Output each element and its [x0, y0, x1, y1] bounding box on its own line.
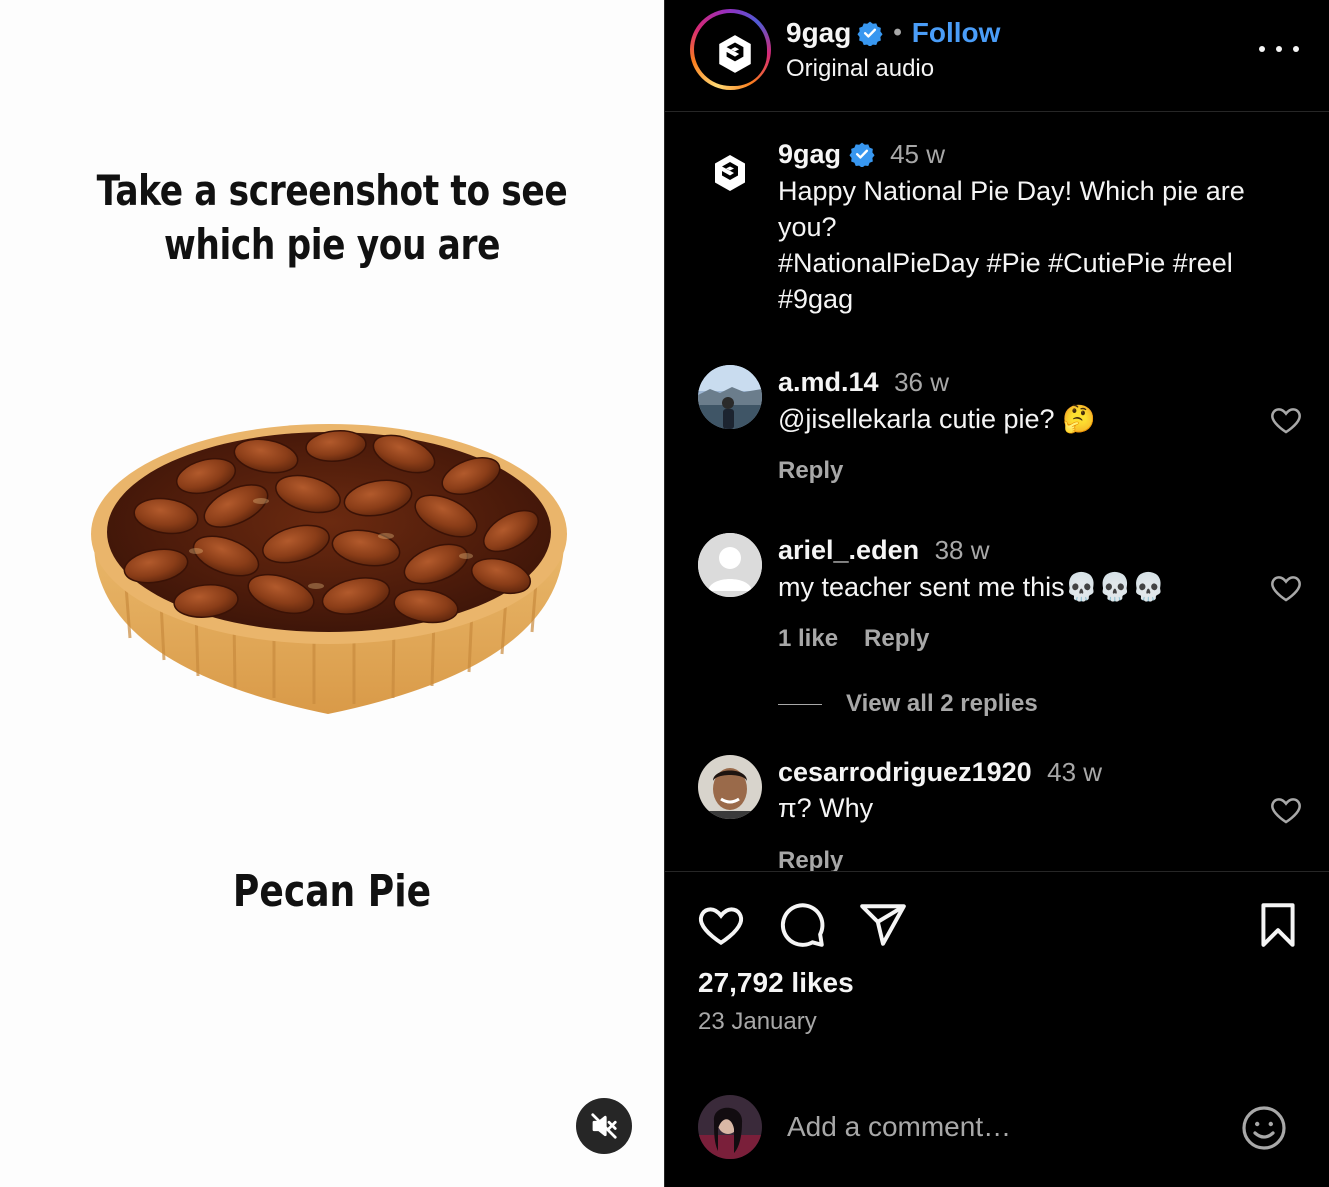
post-header: 9gag • Follow Original audio — [665, 0, 1329, 112]
comment-actions: Reply — [778, 847, 843, 871]
header-separator: • — [893, 19, 902, 46]
comment-header: ariel_.eden 38 w — [778, 535, 990, 566]
comment-input[interactable] — [787, 1104, 1227, 1150]
caption-hashtags[interactable]: #9gag — [778, 281, 1298, 317]
caption-text: Happy National Pie Day! Which pie are yo… — [778, 173, 1298, 317]
verified-badge-icon — [848, 142, 875, 167]
comment-username[interactable]: a.md.14 — [778, 367, 879, 397]
post-side-panel: 9gag • Follow Original audio 9gag 45 w H… — [665, 0, 1329, 1187]
avatar[interactable] — [698, 365, 762, 429]
caption-line: you? — [778, 212, 837, 242]
heart-icon[interactable] — [1269, 793, 1303, 827]
header-username[interactable]: 9gag — [786, 17, 851, 49]
header-title-row: 9gag • Follow — [786, 17, 1000, 49]
avatar[interactable] — [698, 141, 762, 205]
avatar[interactable] — [698, 533, 762, 597]
story-ring[interactable] — [690, 9, 771, 90]
caption-line: Happy National Pie Day! Which pie are — [778, 176, 1245, 206]
post-footer: 27,792 likes 23 January — [665, 871, 1329, 1187]
comment-actions: 1 like Reply — [778, 625, 929, 653]
caption-username[interactable]: 9gag — [778, 139, 841, 169]
comments-list[interactable]: 9gag 45 w Happy National Pie Day! Which … — [665, 113, 1329, 871]
caption-time: 45 w — [890, 139, 945, 169]
original-audio-link[interactable]: Original audio — [786, 55, 934, 83]
avatar — [702, 21, 767, 86]
comment-username[interactable]: cesarrodriguez1920 — [778, 757, 1032, 787]
9gag-logo-icon — [718, 34, 751, 73]
comment-text: my teacher sent me this💀💀💀 — [778, 572, 1166, 602]
comment-text: π? Why — [778, 793, 874, 823]
avatar[interactable] — [698, 1095, 762, 1159]
comment-likes[interactable]: 1 like — [778, 625, 838, 653]
reply-button[interactable]: Reply — [778, 847, 843, 871]
heart-icon[interactable] — [1269, 571, 1303, 605]
view-replies-label: View all 2 replies — [846, 690, 1038, 717]
likes-count[interactable]: 27,792 likes — [698, 967, 854, 999]
comment-header: cesarrodriguez1920 43 w — [778, 757, 1102, 788]
comment-time: 43 w — [1047, 757, 1103, 787]
reel-headline-line-2: which pie you are — [163, 220, 501, 269]
caption-hashtags[interactable]: #NationalPieDay #Pie #CutiePie #reel — [778, 245, 1298, 281]
replies-rule — [778, 703, 822, 705]
caption-header: 9gag 45 w — [778, 139, 945, 170]
like-heart-icon[interactable] — [696, 900, 746, 950]
comment-actions: Reply — [778, 457, 843, 485]
comment-username[interactable]: ariel_.eden — [778, 535, 919, 565]
reel-headline-line-1: Take a screenshot to see — [96, 166, 568, 215]
verified-badge-icon — [857, 21, 883, 46]
share-send-icon[interactable] — [858, 900, 908, 950]
emoji-smiley-icon[interactable] — [1240, 1104, 1288, 1152]
avatar[interactable] — [698, 755, 762, 819]
comment-bubble-icon[interactable] — [777, 900, 827, 950]
comment-time: 36 w — [894, 367, 949, 397]
reply-button[interactable]: Reply — [864, 625, 929, 653]
reel-video[interactable]: Take a screenshot to see which pie you a… — [0, 0, 664, 1187]
comment-header: a.md.14 36 w — [778, 367, 949, 398]
comment-text: @jisellekarla cutie pie? 🤔 — [778, 404, 1096, 434]
more-horizontal-icon[interactable] — [1259, 36, 1299, 62]
heart-icon[interactable] — [1269, 403, 1303, 437]
reply-button[interactable]: Reply — [778, 457, 843, 485]
reel-result-caption: Pecan Pie — [232, 866, 432, 917]
view-replies-button[interactable]: View all 2 replies — [778, 690, 1038, 718]
follow-button[interactable]: Follow — [912, 17, 1001, 49]
pecan-pie-image — [86, 416, 570, 720]
bookmark-icon[interactable] — [1253, 900, 1303, 950]
speaker-muted-icon[interactable] — [576, 1098, 632, 1154]
reel-headline: Take a screenshot to see which pie you a… — [60, 164, 604, 272]
post-date: 23 January — [698, 1008, 817, 1035]
9gag-logo-icon — [698, 141, 762, 205]
default-avatar-icon — [698, 533, 762, 597]
reel-viewer: Take a screenshot to see which pie you a… — [0, 0, 1329, 1187]
comment-time: 38 w — [934, 535, 990, 565]
